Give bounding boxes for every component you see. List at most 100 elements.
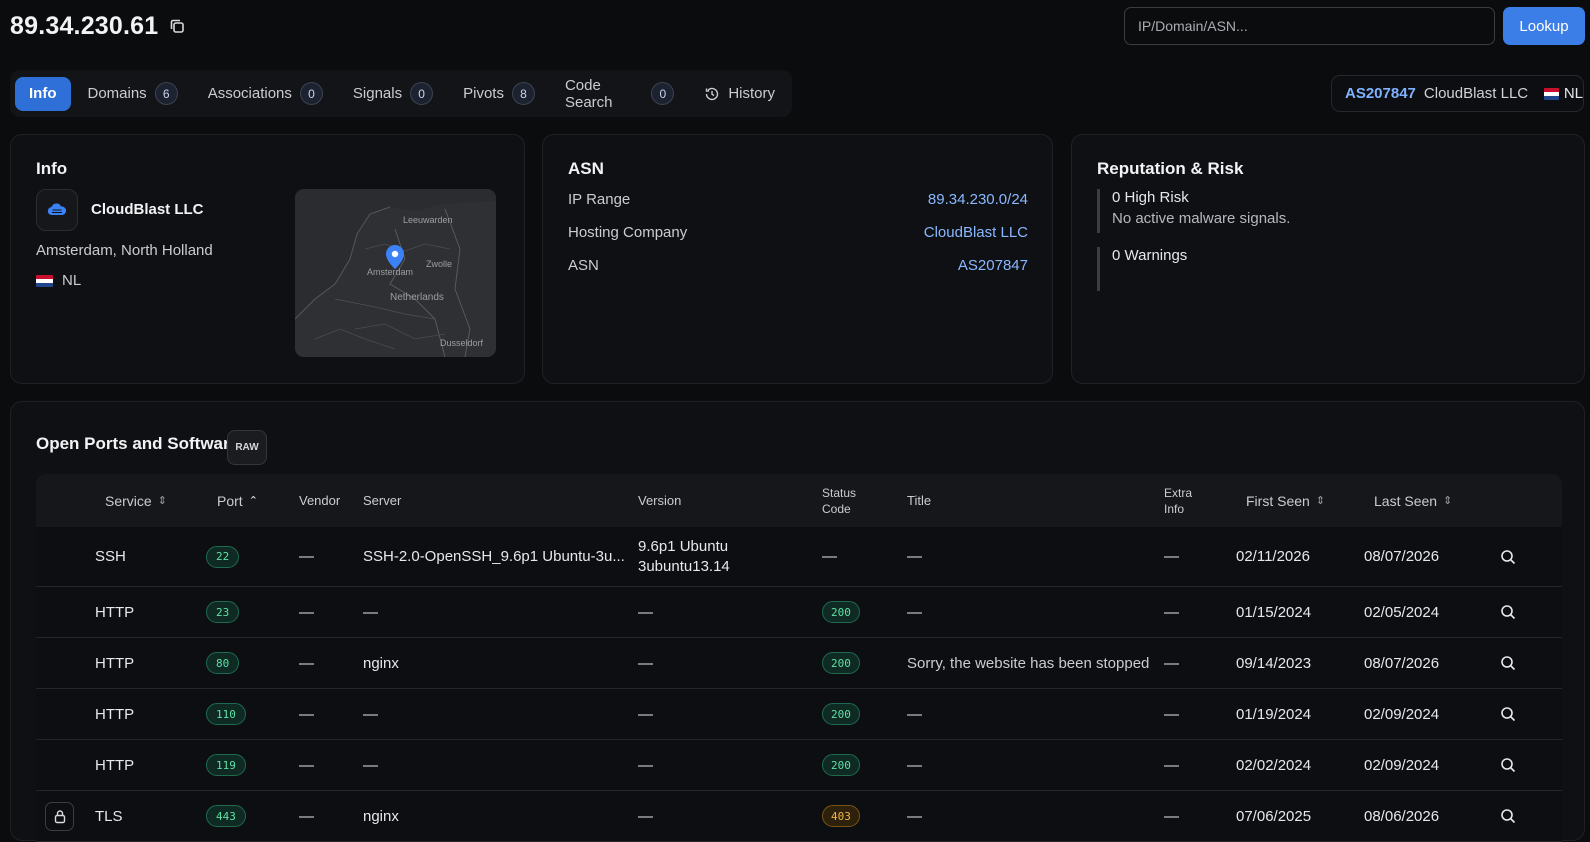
asn-link[interactable]: AS207847: [958, 257, 1028, 274]
ip-range-link[interactable]: 89.34.230.0/24: [928, 191, 1028, 208]
tab-bar: Info Domains 6 Associations 0 Signals 0 Piv…: [10, 70, 792, 117]
extra-cell: —: [1164, 705, 1179, 723]
first-seen-cell: 02/02/2024: [1236, 756, 1312, 774]
ports-title: Open Ports and Software: [36, 434, 240, 453]
tab-pivots[interactable]: Pivots 8: [450, 77, 548, 111]
table-row[interactable]: HTTP 110 — — — 200 — — 01/19/2024 02/09/…: [36, 689, 1562, 740]
table-row[interactable]: SSH 22 — SSH-2.0-OpenSSH_9.6p1 Ubuntu-3u…: [36, 527, 1562, 587]
status-cell: 200: [822, 740, 860, 790]
vendor-cell: —: [299, 705, 314, 723]
first-seen-cell: 01/15/2024: [1236, 603, 1312, 621]
port-badge: 80: [206, 652, 240, 674]
server-cell: SSH-2.0-OpenSSH_9.6p1 Ubuntu-3u...: [363, 548, 625, 565]
warnings-item: 0 Warnings: [1097, 247, 1187, 291]
raw-button[interactable]: RAW: [227, 430, 267, 465]
server-cell: —: [363, 756, 378, 774]
server-cell: nginx: [363, 654, 399, 672]
search-icon[interactable]: [1500, 740, 1516, 790]
tab-signals[interactable]: Signals 0: [340, 77, 446, 111]
high-risk-item: 0 High Risk No active malware signals.: [1097, 189, 1290, 233]
extra-cell: —: [1164, 603, 1179, 621]
asn-chip[interactable]: AS207847 CloudBlast LLC NL: [1331, 75, 1584, 112]
col-label: Port: [217, 492, 243, 509]
version-cell: —: [638, 705, 653, 723]
lookup-button[interactable]: Lookup: [1503, 7, 1585, 45]
col-first-seen[interactable]: First Seen ⇕: [1246, 474, 1325, 527]
title-cell: —: [907, 807, 922, 825]
location-map[interactable]: Leeuwarden Zwolle Amsterdam Netherlands …: [295, 189, 496, 357]
version-cell: —: [638, 756, 653, 774]
col-label: First Seen: [1246, 492, 1310, 509]
col-label: Code: [822, 501, 851, 516]
ip-title: 89.34.230.61: [10, 12, 159, 40]
table-row[interactable]: TLS 443 — nginx — 403 — — 07/06/2025 08/…: [36, 791, 1562, 842]
sort-icon: ⇕: [1443, 495, 1453, 507]
col-port[interactable]: Port ⌃: [217, 474, 258, 527]
col-service[interactable]: Service ⇕: [105, 474, 167, 527]
history-icon: [704, 86, 720, 102]
version-cell: —: [638, 603, 653, 621]
search-icon[interactable]: [1500, 791, 1516, 841]
col-label: Service: [105, 492, 152, 509]
search-input[interactable]: [1124, 7, 1495, 45]
port-badge: 443: [206, 805, 246, 827]
vendor-cell: —: [299, 807, 314, 825]
status-cell: 200: [822, 689, 860, 739]
hosting-company-link[interactable]: CloudBlast LLC: [924, 224, 1028, 241]
server-cell: —: [363, 705, 378, 723]
version-cell: 9.6p1 Ubuntu 3ubuntu13.14: [638, 527, 730, 586]
cloud-logo-icon: [36, 189, 78, 231]
title-cell: —: [907, 756, 922, 774]
lock-icon[interactable]: [45, 801, 74, 831]
tab-label: History: [728, 85, 775, 102]
high-risk-note: No active malware signals.: [1112, 210, 1291, 227]
table-row[interactable]: HTTP 119 — — — 200 — — 02/02/2024 02/09/…: [36, 740, 1562, 791]
asn-country: NL: [1563, 85, 1583, 102]
search-icon[interactable]: [1500, 587, 1516, 637]
tab-label: Associations: [207, 85, 292, 102]
service-cell: HTTP: [95, 603, 135, 621]
tab-domains[interactable]: Domains 6: [75, 77, 191, 111]
vendor-cell: —: [299, 756, 314, 774]
tab-info[interactable]: Info: [15, 76, 71, 111]
search-icon[interactable]: [1500, 638, 1516, 688]
sort-asc-icon: ⌃: [248, 495, 258, 507]
col-last-seen[interactable]: Last Seen ⇕: [1374, 474, 1452, 527]
search-icon[interactable]: [1500, 527, 1516, 586]
port-cell: 80: [206, 638, 240, 688]
map-label: Zwolle: [426, 259, 452, 269]
col-vendor: Vendor: [299, 492, 341, 508]
tab-associations[interactable]: Associations 0: [195, 77, 336, 111]
search-icon[interactable]: [1500, 689, 1516, 739]
col-server: Server: [363, 492, 402, 508]
version-line: 3ubuntu13.14: [638, 557, 730, 575]
table-row[interactable]: HTTP 23 — — — 200 — — 01/15/2024 02/05/2…: [36, 587, 1562, 638]
col-title: Title: [907, 492, 932, 508]
copy-icon[interactable]: [168, 17, 186, 35]
col-label: Status: [822, 485, 857, 500]
info-card: Info CloudBlast LLC Amsterdam, North Hol…: [10, 134, 525, 384]
col-version: Version: [638, 492, 682, 508]
table-header: Service ⇕ Port ⌃ Vendor Server Version Sta…: [36, 474, 1562, 527]
service-cell: TLS: [95, 807, 123, 825]
port-cell: 119: [206, 740, 246, 790]
nl-flag-icon: [1544, 87, 1559, 100]
tab-label: Pivots: [463, 85, 504, 102]
vendor-cell: —: [299, 603, 314, 621]
table-row[interactable]: HTTP 80 — nginx — 200 Sorry, the website…: [36, 638, 1562, 689]
tab-label: Domains: [87, 85, 147, 102]
count-badge: 0: [299, 82, 323, 105]
port-cell: 23: [206, 587, 240, 637]
count-badge: 0: [410, 82, 434, 105]
asn-number: AS207847: [1345, 85, 1416, 102]
tab-history[interactable]: History: [691, 77, 788, 111]
count-badge: 6: [154, 82, 178, 105]
ports-table: Service ⇕ Port ⌃ Vendor Server Version Sta…: [36, 474, 1562, 842]
port-cell: 443: [206, 791, 246, 841]
tab-code-search[interactable]: Code Search 0: [552, 77, 687, 111]
title-cell: —: [907, 548, 922, 565]
org-country: NL: [36, 272, 81, 289]
first-seen-cell: 02/11/2026: [1236, 548, 1310, 565]
card-title: Reputation & Risk: [1097, 159, 1244, 178]
nl-flag-icon: [36, 275, 53, 288]
